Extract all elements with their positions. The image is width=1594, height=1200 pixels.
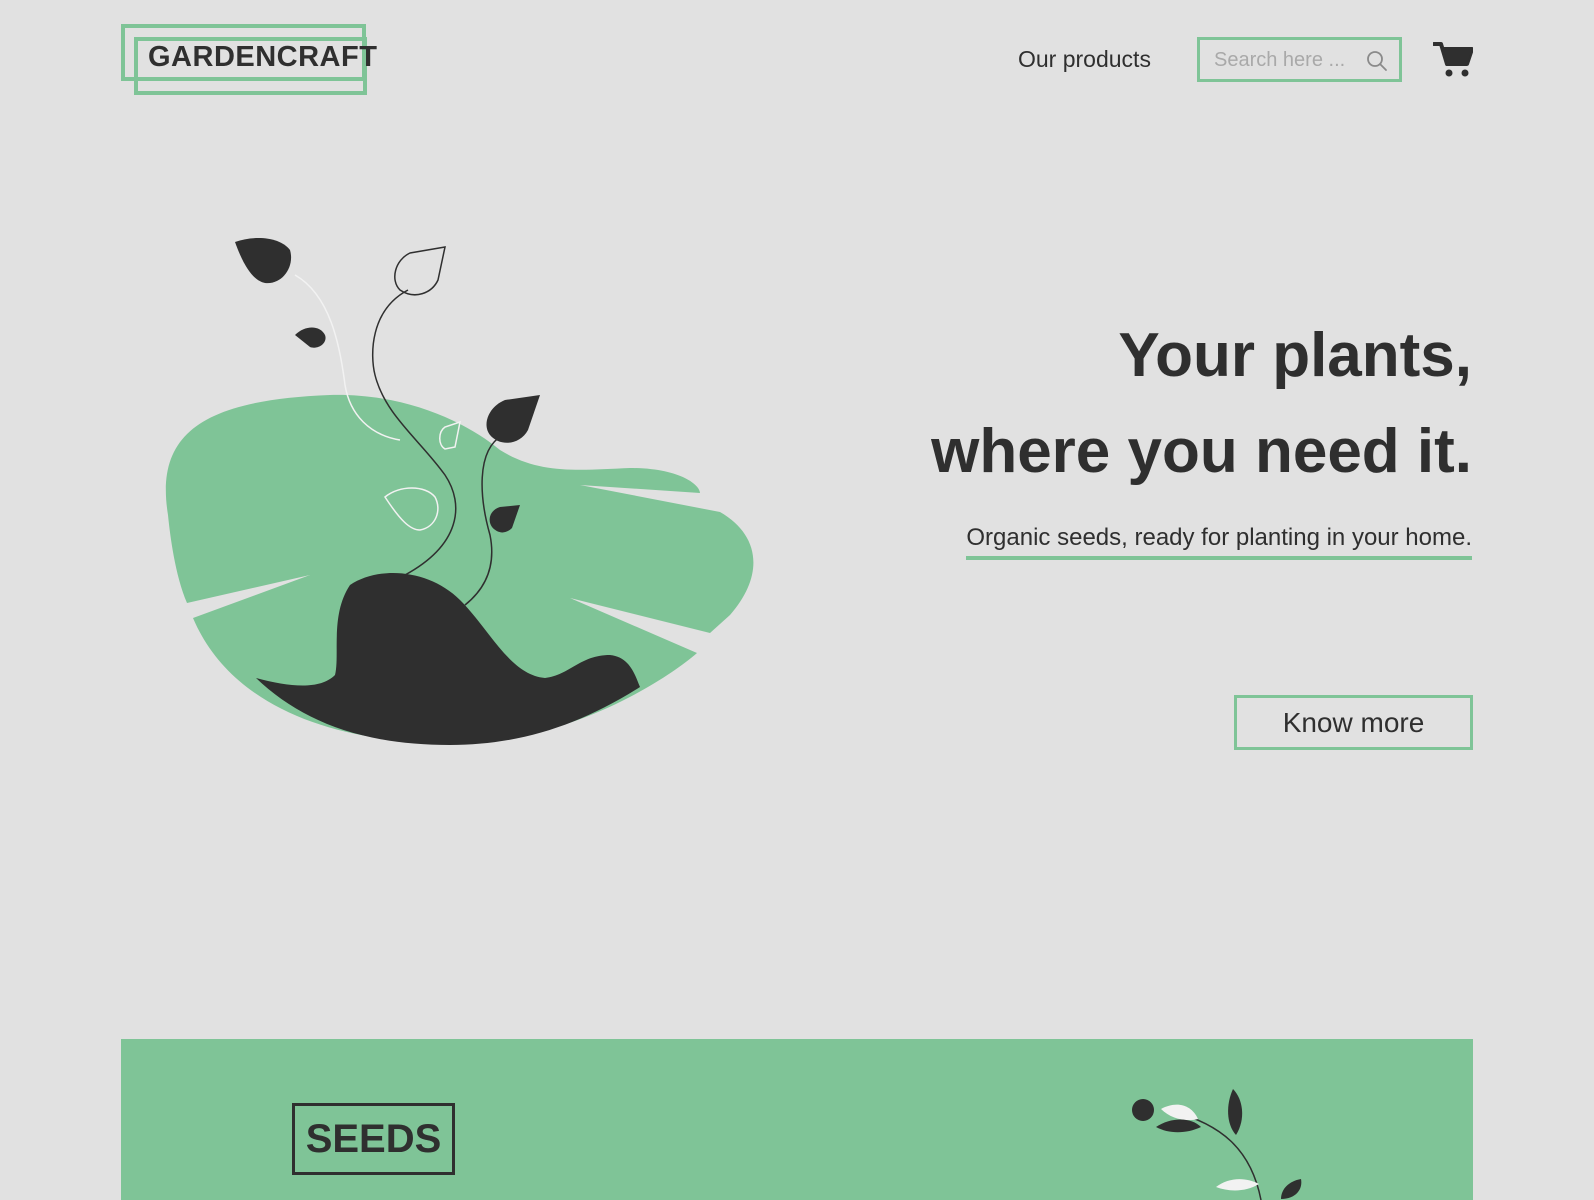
leaf-small-left [295, 327, 326, 348]
hero-tagline: Organic seeds, ready for planting in you… [966, 524, 1472, 560]
seeds-section: SEEDS [121, 1039, 1473, 1200]
seeds-heading: SEEDS [292, 1103, 455, 1175]
search-icon[interactable] [1366, 50, 1388, 72]
branch-icon [1132, 1089, 1302, 1200]
know-more-button[interactable]: Know more [1234, 695, 1473, 750]
logo[interactable]: GARDENCRAFT [121, 24, 377, 96]
logo-text: GARDENCRAFT [148, 41, 378, 73]
search-input[interactable] [1214, 47, 1364, 73]
leaf-top-left [235, 238, 292, 284]
leaf-outline-top [394, 246, 446, 296]
nav-our-products-link[interactable]: Our products [1018, 46, 1151, 73]
hero-headline: Your plants, where you need it. [931, 308, 1472, 500]
landing-page: GARDENCRAFT Our products You [0, 0, 1594, 1200]
cart-icon[interactable] [1433, 40, 1473, 78]
search-box [1197, 37, 1402, 82]
hero-headline-line2: where you need it. [931, 417, 1472, 486]
seedling-illustration [165, 238, 754, 745]
leaf-dark-right [486, 395, 540, 443]
hero-headline-line1: Your plants, [1118, 321, 1472, 390]
